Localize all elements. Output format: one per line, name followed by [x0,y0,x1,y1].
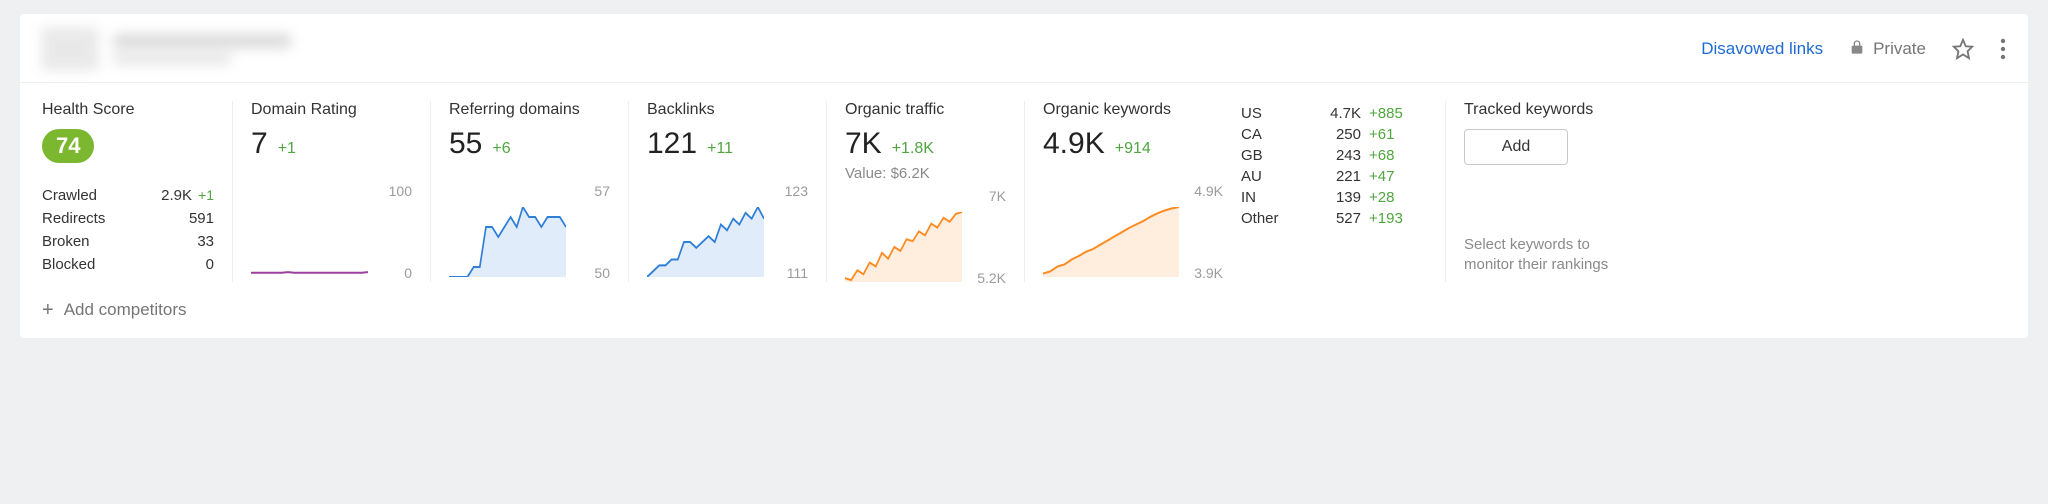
country-code: AU [1241,168,1301,185]
organic-traffic-title: Organic traffic [845,101,1006,119]
crawled-label: Crawled [42,187,97,204]
country-code: CA [1241,126,1301,143]
blocked-row: Blocked 0 [42,256,214,273]
domain-rating-chart: 100 0 [251,187,412,277]
chart-axis-top: 4.9K [1194,183,1223,199]
country-code: US [1241,105,1301,122]
chart-axis-bottom: 50 [594,265,610,281]
country-delta: +885 [1361,105,1421,122]
country-delta: +47 [1361,168,1421,185]
privacy-label: Private [1873,39,1926,59]
organic-keywords-countries: US4.7K+885 CA250+61 GB243+68 AU221+47 IN… [1241,101,1427,282]
chart-axis-top: 100 [389,183,412,199]
broken-value: 33 [197,233,214,250]
favorite-button[interactable] [1952,38,1974,60]
tracked-keywords-panel: Tracked keywords Add Select keywords to … [1445,101,1635,282]
chart-axis-bottom: 111 [787,265,808,281]
country-value: 4.7K [1301,105,1361,122]
chart-axis-top: 123 [785,183,808,199]
referring-domains-chart: 57 50 [449,187,610,277]
domain-rating-delta: +1 [278,140,296,158]
lock-icon [1849,39,1865,60]
health-score-title: Health Score [42,101,214,119]
referring-domains-panel: Referring domains 55 +6 57 50 [430,101,628,282]
organic-traffic-chart: 7K 5.2K [845,192,1006,282]
country-value: 221 [1301,168,1361,185]
metrics-row: Health Score 74 Crawled 2.9K +1 Redirects… [20,83,2028,290]
header-actions: Disavowed links Private [1701,38,2006,60]
organic-keywords-chart: 4.9K 3.9K [1043,187,1223,277]
broken-label: Broken [42,233,90,250]
redirects-row: Redirects 591 [42,210,214,227]
country-row-other[interactable]: Other527+193 [1241,210,1427,227]
chart-axis-bottom: 5.2K [977,270,1006,286]
chart-axis-bottom: 3.9K [1194,265,1223,281]
crawled-row: Crawled 2.9K +1 [42,187,214,204]
more-menu-button[interactable] [2000,38,2006,60]
organic-traffic-delta: +1.8K [892,140,934,158]
redirects-label: Redirects [42,210,105,227]
country-value: 243 [1301,147,1361,164]
redirects-value: 591 [189,210,214,227]
kebab-icon [2000,38,2006,60]
organic-traffic-subnote: Value: $6.2K [845,165,1006,182]
country-code: Other [1241,210,1301,227]
broken-row: Broken 33 [42,233,214,250]
referring-domains-value: 55 [449,129,482,159]
chart-axis-top: 7K [989,188,1006,204]
crawled-value: 2.9K [161,187,192,204]
country-value: 139 [1301,189,1361,206]
health-score-badge: 74 [42,129,94,163]
dashboard-footer: + Add competitors [20,290,2028,338]
domain-rating-value: 7 [251,129,268,159]
organic-traffic-panel: Organic traffic 7K +1.8K Value: $6.2K 7K… [826,101,1024,282]
country-row-us[interactable]: US4.7K+885 [1241,105,1427,122]
country-delta: +193 [1361,210,1421,227]
project-identity [42,28,1701,70]
crawled-delta: +1 [198,187,214,203]
country-row-ca[interactable]: CA250+61 [1241,126,1427,143]
tracked-keywords-help: Select keywords to monitor their ranking… [1464,235,1617,276]
disavowed-links-link[interactable]: Disavowed links [1701,39,1823,59]
organic-keywords-panel: Organic keywords 4.9K +914 4.9K 3.9K US4… [1024,101,1445,282]
country-row-in[interactable]: IN139+28 [1241,189,1427,206]
add-tracked-keywords-button[interactable]: Add [1464,129,1568,165]
organic-keywords-title: Organic keywords [1043,101,1223,119]
chart-axis-top: 57 [594,183,610,199]
country-row-gb[interactable]: GB243+68 [1241,147,1427,164]
tracked-keywords-title: Tracked keywords [1464,101,1617,119]
add-competitors-label: Add competitors [64,300,187,320]
backlinks-title: Backlinks [647,101,808,119]
organic-traffic-value: 7K [845,129,882,159]
country-code: IN [1241,189,1301,206]
country-delta: +68 [1361,147,1421,164]
plus-icon: + [42,300,54,320]
project-thumbnail [42,28,98,70]
backlinks-panel: Backlinks 121 +11 123 111 [628,101,826,282]
dashboard-card: Disavowed links Private Health [20,14,2028,338]
backlinks-chart: 123 111 [647,187,808,277]
organic-keywords-value: 4.9K [1043,129,1105,159]
country-value: 527 [1301,210,1361,227]
domain-rating-panel: Domain Rating 7 +1 100 0 [232,101,430,282]
country-delta: +28 [1361,189,1421,206]
chart-axis-bottom: 0 [404,265,412,281]
country-value: 250 [1301,126,1361,143]
backlinks-delta: +11 [707,140,733,158]
organic-keywords-delta: +914 [1115,140,1151,158]
referring-domains-delta: +6 [492,140,510,158]
dashboard-header: Disavowed links Private [20,14,2028,83]
health-score-panel: Health Score 74 Crawled 2.9K +1 Redirects… [42,101,232,282]
add-competitors-button[interactable]: + Add competitors [42,300,2006,320]
referring-domains-title: Referring domains [449,101,610,119]
backlinks-value: 121 [647,129,697,159]
country-code: GB [1241,147,1301,164]
domain-rating-title: Domain Rating [251,101,412,119]
blocked-value: 0 [206,256,214,273]
privacy-indicator[interactable]: Private [1849,39,1926,60]
country-delta: +61 [1361,126,1421,143]
country-row-au[interactable]: AU221+47 [1241,168,1427,185]
star-icon [1952,38,1974,60]
blocked-label: Blocked [42,256,95,273]
